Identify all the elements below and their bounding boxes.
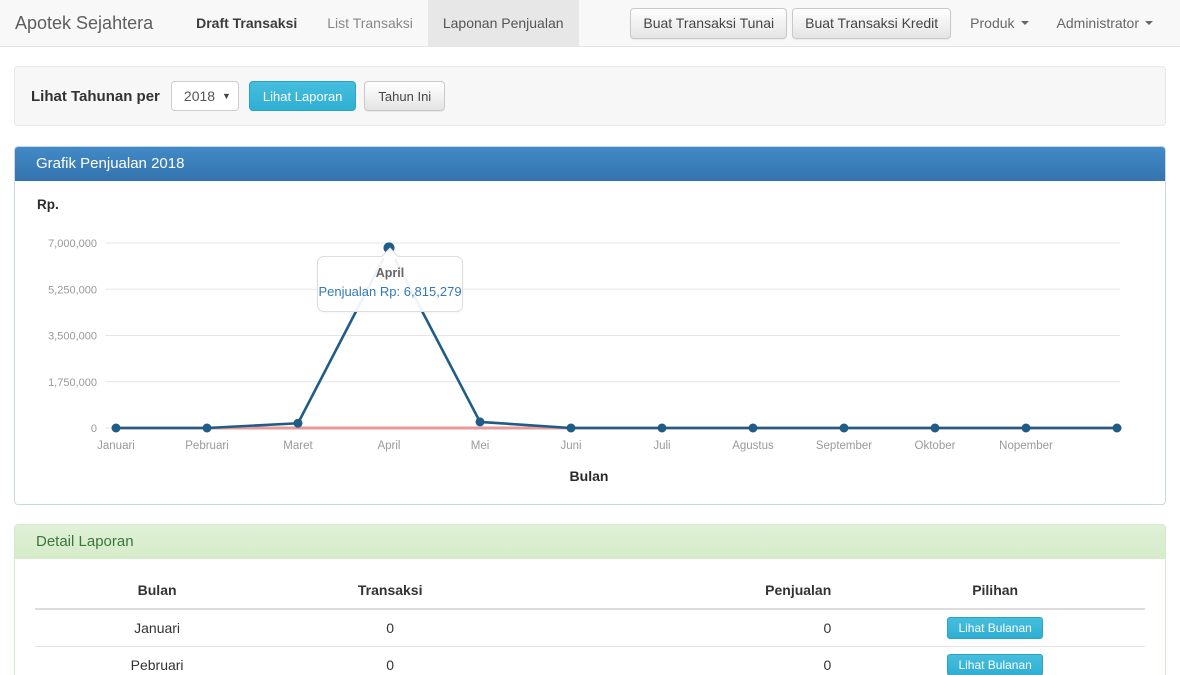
series-Penjualan — [116, 248, 1117, 428]
table-header-row: BulanTransaksiPenjualanPilihan — [35, 572, 1145, 609]
buat-transaksi-kredit-button[interactable]: Buat Transaksi Kredit — [792, 8, 951, 39]
tooltip-title: April — [318, 266, 462, 280]
x-tick-label: Nopember — [999, 440, 1053, 452]
chevron-down-icon — [1145, 21, 1153, 25]
report-table: BulanTransaksiPenjualanPilihan Januari00… — [35, 572, 1145, 675]
navbar-right: Buat Transaksi Tunai Buat Transaksi Kred… — [630, 0, 1180, 46]
x-tick-label: Juni — [560, 440, 581, 452]
produk-dropdown[interactable]: Produk — [956, 0, 1042, 46]
x-tick-label: Januari — [97, 440, 135, 452]
cell-transaksi: 0 — [279, 647, 501, 675]
y-tick-label: 7,000,000 — [48, 238, 97, 250]
x-tick-label: September — [816, 440, 872, 452]
year-filter-bar: Lihat Tahunan per 2018 ▼ Lihat Laporan T… — [14, 66, 1166, 126]
nav-links: Draft Transaksi List Transaksi Laponan P… — [181, 0, 578, 46]
buat-transaksi-tunai-button[interactable]: Buat Transaksi Tunai — [630, 8, 787, 39]
select-arrow-icon: ▼ — [222, 91, 231, 101]
x-tick-label: April — [377, 440, 400, 452]
chart-panel-title: Grafik Penjualan 2018 — [15, 147, 1165, 181]
table-row: Pebruari00Lihat Bulanan — [35, 647, 1145, 675]
lihat-laporan-button[interactable]: Lihat Laporan — [249, 81, 357, 111]
cell-pilihan: Lihat Bulanan — [845, 647, 1145, 675]
x-tick-label: Maret — [283, 440, 313, 452]
chart-tooltip: April Penjualan Rp: 6,815,279 — [317, 256, 463, 312]
data-point[interactable] — [567, 424, 576, 433]
chart-area: Rp. 01,750,0003,500,0005,250,0007,000,00… — [15, 181, 1165, 504]
column-header-penjualan: Penjualan — [501, 572, 845, 609]
x-tick-label: Oktober — [915, 440, 956, 452]
data-point[interactable] — [658, 424, 667, 433]
cell-bulan: Pebruari — [35, 647, 279, 675]
column-header-bulan: Bulan — [35, 572, 279, 609]
data-point[interactable] — [749, 424, 758, 433]
cell-bulan: Januari — [35, 609, 279, 647]
x-axis-title: Bulan — [15, 468, 1163, 484]
data-point[interactable] — [1022, 424, 1031, 433]
cell-penjualan: 0 — [501, 647, 845, 675]
data-point[interactable] — [840, 424, 849, 433]
y-tick-label: 5,250,000 — [48, 284, 97, 296]
year-select-value: 2018 — [184, 88, 215, 104]
filter-label: Lihat Tahunan per — [31, 88, 160, 105]
data-point[interactable] — [112, 424, 121, 433]
nav-item-laporan-penjualan[interactable]: Laponan Penjualan — [428, 0, 579, 46]
nav-item-list-transaksi[interactable]: List Transaksi — [312, 0, 428, 46]
x-tick-label: Mei — [471, 440, 490, 452]
lihat-bulanan-button[interactable]: Lihat Bulanan — [947, 617, 1042, 639]
y-tick-label: 1,750,000 — [48, 377, 97, 389]
data-point[interactable] — [1113, 424, 1122, 433]
x-tick-label: Agustus — [732, 440, 774, 452]
table-row: Januari00Lihat Bulanan — [35, 609, 1145, 647]
produk-dropdown-label: Produk — [970, 15, 1014, 31]
column-header-pilihan: Pilihan — [845, 572, 1145, 609]
x-tick-label: Juli — [653, 440, 670, 452]
administrator-dropdown-label: Administrator — [1057, 15, 1139, 31]
data-point[interactable] — [931, 424, 940, 433]
data-point[interactable] — [476, 417, 485, 426]
navbar: Apotek Sejahtera Draft Transaksi List Tr… — [0, 0, 1180, 47]
tahun-ini-button[interactable]: Tahun Ini — [364, 81, 445, 111]
chart-panel: Grafik Penjualan 2018 Rp. 01,750,0003,50… — [14, 146, 1166, 505]
detail-panel: Detail Laporan BulanTransaksiPenjualanPi… — [14, 524, 1166, 675]
y-tick-label: 0 — [91, 423, 97, 435]
x-tick-label: Pebruari — [185, 440, 228, 452]
cell-transaksi: 0 — [279, 609, 501, 647]
year-select[interactable]: 2018 ▼ — [171, 81, 239, 111]
brand[interactable]: Apotek Sejahtera — [0, 0, 168, 46]
chevron-down-icon — [1021, 21, 1029, 25]
data-point[interactable] — [203, 424, 212, 433]
lihat-bulanan-button[interactable]: Lihat Bulanan — [947, 654, 1042, 675]
sales-line-chart[interactable]: 0 1,750,000 3,500,000 5,250,000 7,000,000 Jan… — [15, 181, 1165, 504]
administrator-dropdown[interactable]: Administrator — [1043, 0, 1167, 46]
detail-panel-title: Detail Laporan — [15, 525, 1165, 559]
column-header-transaksi: Transaksi — [279, 572, 501, 609]
tooltip-value: Penjualan Rp: 6,815,279 — [318, 284, 462, 299]
data-point[interactable] — [294, 419, 303, 428]
y-tick-label: 3,500,000 — [48, 331, 97, 343]
detail-table-wrapper: BulanTransaksiPenjualanPilihan Januari00… — [15, 559, 1165, 675]
cell-pilihan: Lihat Bulanan — [845, 609, 1145, 647]
cell-penjualan: 0 — [501, 609, 845, 647]
nav-item-draft-transaksi[interactable]: Draft Transaksi — [181, 0, 312, 46]
